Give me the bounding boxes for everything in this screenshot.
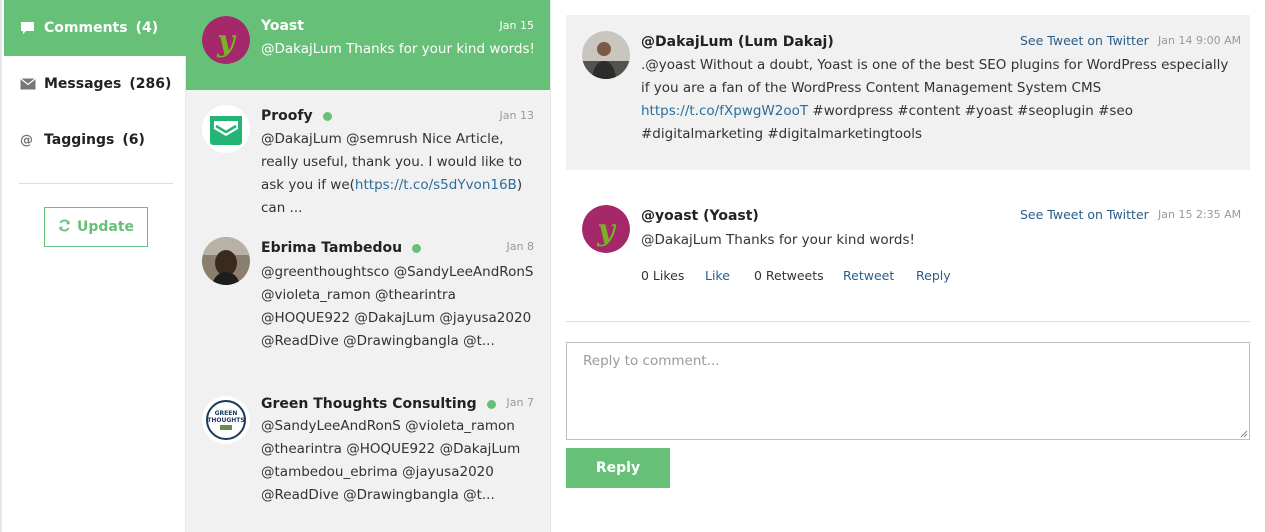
conversation-preview: @DakajLum @semrush Nice Article, really … (261, 131, 523, 216)
resize-grip-icon[interactable] (1238, 428, 1248, 438)
conversation-date: Jan 7 (506, 396, 534, 409)
original-tweet: @DakajLum (Lum Dakaj) See Tweet on Twitt… (566, 15, 1250, 170)
green-thoughts-avatar: GREEN THOUGHTS (202, 396, 250, 444)
svg-text:y: y (216, 24, 237, 59)
tweet-actions: 0 Likes Like 0 Retweets Retweet Reply (641, 268, 951, 283)
sidebar-divider (19, 183, 173, 184)
like-button[interactable]: Like (705, 268, 754, 283)
proofy-avatar (202, 105, 250, 153)
tweet-author: @DakajLum (Lum Dakaj) (641, 34, 834, 50)
reply-body: @DakajLum Thanks for your kind words! (641, 232, 915, 248)
conversation-item-yoast[interactable]: y Yoast Jan 15 @DakajLum Thanks for your… (186, 0, 550, 90)
retweet-button[interactable]: Retweet (843, 268, 916, 283)
online-dot (322, 111, 332, 121)
see-tweet-link[interactable]: See Tweet on Twitter (1020, 33, 1149, 48)
conversation-name: Proofy (261, 108, 332, 124)
conversation-list: y Yoast Jan 15 @DakajLum Thanks for your… (186, 0, 551, 532)
ebrima-avatar (202, 237, 250, 285)
sidebar-item-taggings[interactable]: @ Taggings (6) (4, 112, 187, 168)
tweet-date: Jan 14 9:00 AM (1158, 34, 1242, 47)
reply-textarea[interactable] (566, 342, 1250, 440)
comment-icon (20, 21, 38, 35)
online-dot (412, 243, 422, 253)
update-button[interactable]: Update (44, 207, 148, 247)
retweets-count: 0 Retweets (754, 268, 824, 283)
sidebar-item-count: (286) (129, 76, 172, 92)
sidebar-item-count: (4) (135, 20, 159, 36)
reply-date: Jan 15 2:35 AM (1158, 208, 1242, 221)
see-tweet-link[interactable]: See Tweet on Twitter (1020, 207, 1149, 222)
sidebar: Comments (4) Messages (286) @ Taggings (… (0, 0, 187, 532)
conversation-item-green-thoughts[interactable]: GREEN THOUGHTS Green Thoughts Consulting … (186, 380, 550, 532)
sidebar-item-label: Comments (44, 20, 128, 36)
thread-pane: @DakajLum (Lum Dakaj) See Tweet on Twitt… (551, 0, 1265, 532)
sidebar-item-count: (6) (122, 132, 145, 148)
sidebar-item-comments[interactable]: Comments (4) (4, 0, 187, 56)
avatar-logo-text: GREEN (215, 410, 238, 417)
sidebar-item-label: Messages (44, 76, 122, 92)
tweet-body: .@yoast Without a doubt, Yoast is one of… (641, 57, 1229, 142)
social-inbox-app: Comments (4) Messages (286) @ Taggings (… (0, 0, 1265, 532)
refresh-icon (58, 219, 71, 236)
envelope-icon (20, 78, 38, 90)
likes-count: 0 Likes (641, 268, 685, 283)
conversation-date: Jan 15 (499, 19, 534, 32)
svg-text:THOUGHTS: THOUGHTS (207, 417, 244, 424)
preview-link[interactable]: https://t.co/s5dYvon16B (355, 177, 517, 193)
conversation-preview: @SandyLeeAndRonS @violeta_ramon @thearin… (261, 418, 521, 503)
conversation-item-ebrima[interactable]: Ebrima Tambedou Jan 8 @greenthoughtsco @… (186, 212, 550, 380)
thread-divider (566, 321, 1250, 322)
conversation-item-proofy[interactable]: Proofy Jan 13 @DakajLum @semrush Nice Ar… (186, 90, 550, 216)
svg-text:y: y (596, 213, 617, 248)
conversation-date: Jan 13 (499, 109, 534, 122)
tweet-link[interactable]: https://t.co/fXpwgW2ooT (641, 103, 808, 119)
conversation-name: Yoast (261, 18, 304, 34)
conversation-name: Ebrima Tambedou (261, 240, 422, 256)
online-dot (486, 399, 496, 409)
update-label: Update (76, 219, 135, 235)
conversation-preview: @DakajLum Thanks for your kind words! (261, 41, 535, 57)
at-icon: @ (20, 132, 33, 148)
reply-author: @yoast (Yoast) (641, 208, 759, 224)
reply-button[interactable]: Reply (566, 448, 670, 488)
sidebar-item-label: Taggings (44, 132, 115, 148)
conversation-preview: @greenthoughtsco @SandyLeeAndRonS @viole… (261, 264, 534, 349)
conversation-name: Green Thoughts Consulting (261, 396, 496, 412)
yoast-avatar: y (202, 16, 250, 64)
conversation-date: Jan 8 (506, 240, 534, 253)
reply-link[interactable]: Reply (916, 268, 951, 283)
author-avatar (582, 31, 630, 79)
yoast-avatar: y (582, 205, 630, 253)
sidebar-item-messages[interactable]: Messages (286) (4, 56, 187, 112)
